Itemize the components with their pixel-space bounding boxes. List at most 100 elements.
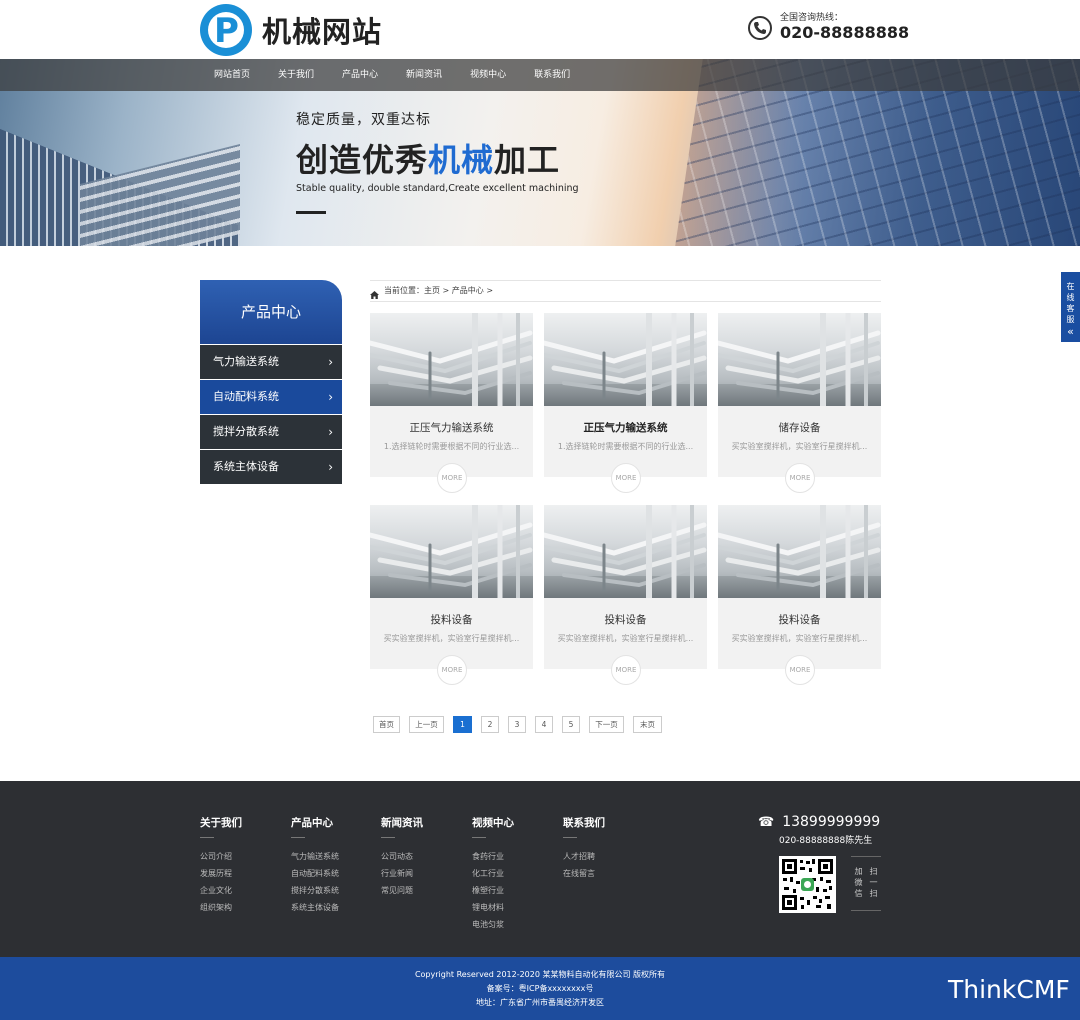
product-desc: 买实验室搅拌机，实验室行星搅拌机... <box>557 634 694 643</box>
site-logo[interactable]: 机械网站 <box>200 4 382 56</box>
footer-heading[interactable]: 视频中心 <box>472 815 514 830</box>
qr-caption: 加微信 扫一扫 <box>851 856 881 911</box>
footer-column-about: 关于我们 公司介绍 发展历程 企业文化 组织架构 <box>200 815 242 916</box>
product-image <box>718 505 881 598</box>
sidebar-item-pneumatic[interactable]: 气力输送系统 › <box>200 345 342 379</box>
online-service-tab[interactable]: 在线客服 « <box>1061 272 1080 342</box>
nav-item-about[interactable]: 关于我们 <box>264 59 328 91</box>
page-next-button[interactable]: 下一页 <box>589 716 624 733</box>
more-button[interactable]: MORE <box>611 463 641 493</box>
product-title[interactable]: 投料设备 <box>370 612 533 627</box>
product-title[interactable]: 正压气力输送系统 <box>544 420 707 435</box>
product-card[interactable]: 正压气力输送系统 1.选择链轮时需要根据不同的行业选... MORE <box>370 313 533 493</box>
watermark-logo: ThinkCMF <box>948 975 1070 1004</box>
company-address: 地址：广东省广州市番禺经济开发区 <box>476 998 604 1007</box>
product-card[interactable]: 投料设备 买实验室搅拌机，实验室行星搅拌机... MORE <box>544 505 707 685</box>
breadcrumb-text[interactable]: 当前位置：主页 > 产品中心 > <box>384 286 493 295</box>
chevron-right-icon: › <box>328 355 333 369</box>
page-number-1[interactable]: 1 <box>453 716 472 733</box>
footer-column-contact: 联系我们 人才招聘 在线留言 <box>563 815 605 882</box>
footer-link[interactable]: 常见问题 <box>381 882 423 899</box>
copyright-bar: Copyright Reserved 2012-2020 某某物料自动化有限公司… <box>0 957 1080 1020</box>
chevron-right-icon: › <box>328 460 333 474</box>
more-button[interactable]: MORE <box>785 655 815 685</box>
icp-record[interactable]: 备案号：粤ICP备xxxxxxxx号 <box>0 982 1080 996</box>
footer-link[interactable]: 在线留言 <box>563 865 605 882</box>
page-prev-button[interactable]: 上一页 <box>409 716 444 733</box>
page-number-3[interactable]: 3 <box>508 716 526 733</box>
hero-banner: 网站首页 关于我们 产品中心 新闻资讯 视频中心 联系我们 稳定质量，双重达标 … <box>0 59 1080 246</box>
site-footer: 关于我们 公司介绍 发展历程 企业文化 组织架构 产品中心 气力输送系统 自动配… <box>0 781 1080 957</box>
footer-link[interactable]: 企业文化 <box>200 882 242 899</box>
footer-link[interactable]: 组织架构 <box>200 899 242 916</box>
page-number-5[interactable]: 5 <box>562 716 580 733</box>
footer-link[interactable]: 食药行业 <box>472 848 514 865</box>
logo-icon <box>200 4 252 56</box>
more-button[interactable]: MORE <box>785 463 815 493</box>
sidebar-item-main-equipment[interactable]: 系统主体设备 › <box>200 450 342 484</box>
online-service-label: 在线客服 <box>1066 282 1075 324</box>
product-card[interactable]: 投料设备 买实验室搅拌机，实验室行星搅拌机... MORE <box>370 505 533 685</box>
footer-link[interactable]: 自动配料系统 <box>291 865 339 882</box>
page-first-button[interactable]: 首页 <box>373 716 400 733</box>
footer-link[interactable]: 发展历程 <box>200 865 242 882</box>
product-desc: 买实验室搅拌机，实验室行星搅拌机... <box>383 634 520 643</box>
pagination: 首页 上一页 1 2 3 4 5 下一页 末页 <box>373 716 671 733</box>
site-header: 机械网站 全国咨询热线： 020-88888888 <box>0 0 1080 59</box>
chevron-right-icon: › <box>328 425 333 439</box>
footer-link[interactable]: 电池匀浆 <box>472 916 514 933</box>
footer-link[interactable]: 公司介绍 <box>200 848 242 865</box>
nav-item-products[interactable]: 产品中心 <box>328 59 392 91</box>
sidebar-item-label: 气力输送系统 <box>213 355 279 368</box>
footer-heading[interactable]: 新闻资讯 <box>381 815 423 830</box>
more-button[interactable]: MORE <box>437 655 467 685</box>
product-title[interactable]: 投料设备 <box>718 612 881 627</box>
product-title[interactable]: 投料设备 <box>544 612 707 627</box>
product-card[interactable]: 正压气力输送系统 1.选择链轮时需要根据不同的行业选... MORE <box>544 313 707 493</box>
page-number-2[interactable]: 2 <box>481 716 499 733</box>
product-image <box>718 313 881 406</box>
footer-link[interactable]: 橡塑行业 <box>472 882 514 899</box>
footer-heading[interactable]: 关于我们 <box>200 815 242 830</box>
telephone-icon: ☎ <box>758 814 775 830</box>
product-image <box>544 313 707 406</box>
footer-column-news: 新闻资讯 公司动态 行业新闻 常见问题 <box>381 815 423 899</box>
nav-item-contact[interactable]: 联系我们 <box>520 59 584 91</box>
footer-heading[interactable]: 产品中心 <box>291 815 339 830</box>
more-button[interactable]: MORE <box>437 463 467 493</box>
footer-link[interactable]: 化工行业 <box>472 865 514 882</box>
footer-heading[interactable]: 联系我们 <box>563 815 605 830</box>
product-image <box>370 505 533 598</box>
footer-link[interactable]: 搅拌分散系统 <box>291 882 339 899</box>
sidebar-item-label: 系统主体设备 <box>213 460 279 473</box>
footer-link[interactable]: 系统主体设备 <box>291 899 339 916</box>
qr-caption-scan: 扫一扫 <box>869 867 878 900</box>
more-button[interactable]: MORE <box>611 655 641 685</box>
product-card[interactable]: 投料设备 买实验室搅拌机，实验室行星搅拌机... MORE <box>718 505 881 685</box>
footer-contact-person: 020-88888888陈先生 <box>779 836 873 846</box>
nav-item-video[interactable]: 视频中心 <box>456 59 520 91</box>
nav-item-news[interactable]: 新闻资讯 <box>392 59 456 91</box>
footer-link[interactable]: 锂电材料 <box>472 899 514 916</box>
sidebar-item-batching[interactable]: 自动配料系统 › <box>200 380 342 414</box>
sidebar-item-label: 自动配料系统 <box>213 390 279 403</box>
footer-link[interactable]: 人才招聘 <box>563 848 605 865</box>
footer-link[interactable]: 公司动态 <box>381 848 423 865</box>
footer-link[interactable]: 气力输送系统 <box>291 848 339 865</box>
copyright-text: Copyright Reserved 2012-2020 某某物料自动化有限公司… <box>414 970 666 979</box>
qr-caption-wechat: 加微信 <box>854 867 863 900</box>
product-card[interactable]: 储存设备 买实验室搅拌机，实验室行星搅拌机... MORE <box>718 313 881 493</box>
sidebar-item-label: 搅拌分散系统 <box>213 425 279 438</box>
product-title[interactable]: 储存设备 <box>718 420 881 435</box>
sidebar-item-mixing[interactable]: 搅拌分散系统 › <box>200 415 342 449</box>
nav-item-home[interactable]: 网站首页 <box>200 59 264 91</box>
breadcrumb: 当前位置：主页 > 产品中心 > <box>370 280 881 302</box>
page-number-4[interactable]: 4 <box>535 716 553 733</box>
page-last-button[interactable]: 末页 <box>633 716 662 733</box>
footer-link[interactable]: 行业新闻 <box>381 865 423 882</box>
chevron-left-icon: « <box>1067 325 1074 338</box>
hotline: 全国咨询热线： 020-88888888 <box>748 13 909 43</box>
phone-icon <box>748 16 772 40</box>
banner-english: Stable quality, double standard,Create e… <box>296 183 579 194</box>
product-title[interactable]: 正压气力输送系统 <box>370 420 533 435</box>
